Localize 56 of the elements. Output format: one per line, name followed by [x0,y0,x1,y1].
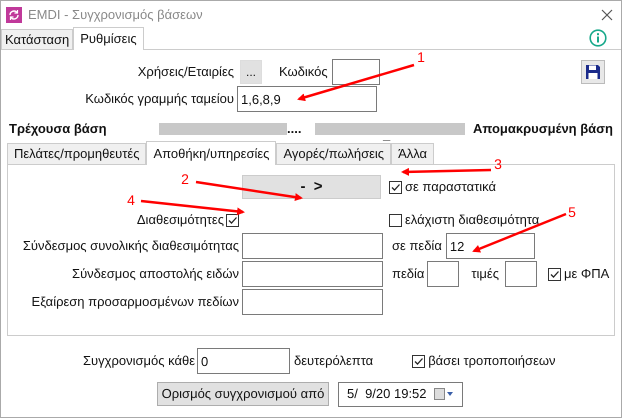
label: Χρήσεις/Εταιρίες [138,64,234,80]
checkbox[interactable] [412,354,426,368]
label: Τρέχουσα βάση [9,120,108,138]
label: πεδία [392,265,424,284]
label: τιμές [471,265,499,284]
label: Εξαίρεση προσαρμοσμένων πεδίων [32,294,239,310]
checkbox-label: σε παραστατικά [405,178,496,196]
annotation-number: 5 [568,204,576,220]
checkbox-label: βάσει τροποποιήσεων [428,352,556,370]
label: Κωδικός γραμμής ταμείου [85,91,234,106]
label: Απομακρυσμένη βάση [473,120,613,138]
checkbox[interactable] [226,214,239,226]
input-field[interactable] [242,261,383,287]
checkbox[interactable] [389,180,402,194]
info-icon[interactable] [589,29,607,47]
tab[interactable]: Αποθήκη/υπηρεσίες [146,141,276,165]
annotation-number: 4 [127,192,135,208]
sync-icon [6,7,22,23]
checkbox[interactable] [389,214,402,226]
close-icon[interactable] [601,9,613,21]
tab[interactable]: Αγορές/πωλήσεις [276,143,392,164]
browse-button[interactable]: ... [240,60,262,84]
label: Συγχρονισμός κάθε [83,353,195,368]
label: δευτερόλεπτα [294,352,374,370]
input-field[interactable]: 1,6,8,9 [237,86,377,112]
underscore-mark: _ [383,126,390,144]
input-field[interactable] [332,59,380,85]
input-field[interactable]: 0 [197,348,290,374]
input-field[interactable] [504,261,537,287]
checkbox[interactable] [548,268,561,280]
label: σε πεδία [392,237,442,256]
label: Σύνδεσμος συνολικής διαθεσιμότητας [22,238,239,254]
set-sync-from-button[interactable]: Ορισμός συγχρονισμού από [157,382,329,406]
annotation-number: 3 [494,156,502,172]
checkbox-label: Διαθεσιμότητες [136,211,224,230]
annotation-number: 2 [181,171,189,187]
input-field[interactable] [242,233,383,259]
date-value: 5/ 9/20 19:52 [347,385,427,404]
transfer-button[interactable]: - > [242,175,381,199]
checkbox-label: με ΦΠΑ [564,265,610,284]
tab[interactable]: Ρυθμίσεις [73,27,144,50]
input-field[interactable] [427,261,460,287]
checkbox-label: ελάχιστη διαθεσιμότητα [405,211,540,230]
annotation-number: 1 [417,49,425,65]
tab[interactable]: Πελάτες/προμηθευτές [7,143,146,164]
window-title: EMDI - Συγχρονισμός βάσεων [28,6,203,24]
label: .... [287,120,302,138]
label: Κωδικός [279,63,328,82]
tab[interactable]: Κατάσταση [1,29,74,49]
calendar-dropdown-icon [434,388,454,400]
input-field[interactable] [242,289,383,315]
label: Σύνδεσμος αποστολής ειδών [72,266,239,282]
tab[interactable]: Άλλα [391,143,434,164]
save-button[interactable] [581,60,605,84]
date-picker[interactable]: 5/ 9/20 19:52 [338,382,463,406]
input-field[interactable]: 12 [446,233,535,259]
